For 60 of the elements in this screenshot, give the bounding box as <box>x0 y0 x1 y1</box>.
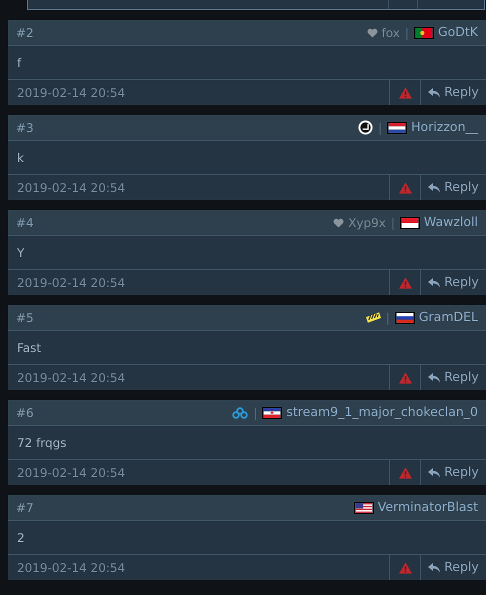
supporter-name: fox <box>382 24 400 42</box>
post-number: #3 <box>16 120 34 136</box>
knot-icon <box>232 406 248 418</box>
flag-icon <box>394 312 415 324</box>
reply-icon <box>428 562 440 572</box>
post-number: #2 <box>16 24 34 42</box>
reply-button[interactable]: Reply <box>421 175 486 200</box>
post-text: Y <box>17 244 24 262</box>
separator: | <box>390 214 395 232</box>
post-text: Fast <box>17 340 42 356</box>
post-number: #6 <box>16 404 34 422</box>
username-link[interactable]: VerminatorBlast <box>378 498 478 517</box>
reply-icon <box>428 278 440 288</box>
round-logo-icon <box>358 120 374 135</box>
post-text: f <box>17 54 22 72</box>
flag-icon <box>387 122 408 134</box>
reply-button[interactable]: Reply <box>421 460 486 485</box>
reply-icon <box>428 182 440 192</box>
report-icon[interactable] <box>398 372 412 384</box>
separator: | <box>378 120 382 136</box>
report-icon[interactable] <box>398 466 412 478</box>
flag-icon <box>354 502 374 514</box>
heart-icon <box>366 28 378 38</box>
post-date: 2019-02-14 20:54 <box>16 464 126 482</box>
username-link[interactable]: Wawzloll <box>424 213 478 232</box>
report-icon[interactable] <box>398 276 412 288</box>
post-date: 2019-02-14 20:54 <box>16 84 126 102</box>
flag-icon <box>400 216 420 228</box>
post-number: #5 <box>16 310 34 326</box>
username-link[interactable]: Horizzon__ <box>411 118 478 137</box>
reply-button[interactable]: Reply <box>421 270 486 295</box>
post-date: 2019-02-14 20:54 <box>16 370 126 386</box>
supporter-name: Xyp9x <box>348 214 386 232</box>
report-icon[interactable] <box>398 86 412 98</box>
reply-button[interactable]: Reply <box>421 80 486 105</box>
report-icon[interactable] <box>398 562 412 574</box>
reply-button[interactable]: Reply <box>421 365 486 390</box>
striped-logo-icon <box>366 312 381 324</box>
separator: | <box>404 24 409 42</box>
reply-button[interactable]: Reply <box>421 555 486 580</box>
username-link[interactable]: GoDtK <box>438 23 478 42</box>
reply-icon <box>428 468 440 478</box>
post-text: k <box>17 150 24 166</box>
reply-icon <box>428 88 440 98</box>
post-date: 2019-02-14 20:54 <box>16 560 126 576</box>
reply-icon <box>428 372 440 382</box>
report-icon[interactable] <box>398 182 412 194</box>
post-date: 2019-02-14 20:54 <box>16 274 126 292</box>
separator: | <box>386 310 390 326</box>
post-text: 2 <box>17 530 25 546</box>
post-number: #7 <box>16 500 34 516</box>
flag-icon <box>262 406 282 418</box>
post-text: 72 frqgs <box>17 434 67 452</box>
separator: | <box>253 404 258 422</box>
flag-icon <box>414 26 434 38</box>
post-date: 2019-02-14 20:54 <box>16 180 126 196</box>
username-link[interactable]: stream9_1_major_chokeclan_0 <box>286 403 478 422</box>
username-link[interactable]: GramDEL <box>418 308 478 327</box>
post-number: #4 <box>16 214 34 232</box>
heart-icon <box>333 218 344 228</box>
